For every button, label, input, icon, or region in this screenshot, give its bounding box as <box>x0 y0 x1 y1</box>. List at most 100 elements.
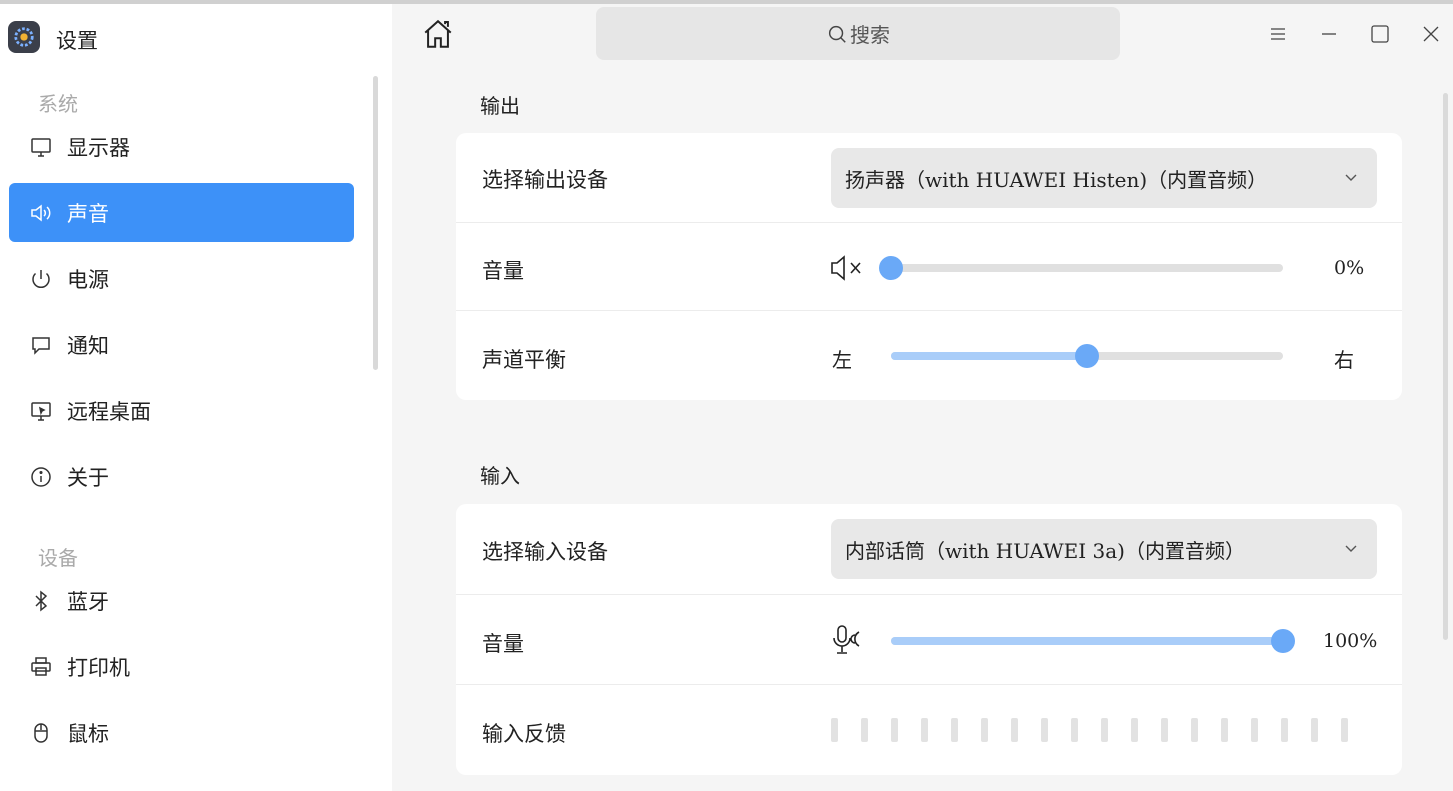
info-icon <box>28 464 54 490</box>
speaker-muted-icon[interactable] <box>830 252 866 284</box>
slider-thumb[interactable] <box>1271 629 1295 653</box>
sidebar-item-label: 蓝牙 <box>67 589 109 614</box>
balance-left-label: 左 <box>832 348 852 372</box>
power-icon <box>28 266 54 292</box>
feedback-bar <box>1341 718 1348 742</box>
sidebar-scrollbar[interactable] <box>373 76 378 370</box>
input-device-select[interactable]: 内部话筒（with HUAWEI 3a)（内置音频） <box>831 519 1377 579</box>
search-input[interactable]: 搜索 <box>596 7 1120 60</box>
feedback-bar <box>1071 718 1078 742</box>
input-feedback-label: 输入反馈 <box>482 722 566 746</box>
chevron-down-icon <box>1345 545 1357 552</box>
sidebar: 设置 系统 显示器 声音 电源 通知 远程桌面 关于 设备 蓝牙 打印机 鼠标 <box>0 4 392 791</box>
feedback-bar <box>1161 718 1168 742</box>
input-volume-label: 音量 <box>482 632 524 656</box>
input-feedback-row: 输入反馈 <box>456 684 1402 776</box>
input-device-row: 选择输入设备 内部话筒（with HUAWEI 3a)（内置音频） <box>456 504 1402 594</box>
feedback-bar <box>1281 718 1288 742</box>
sidebar-item-label: 电源 <box>67 267 109 292</box>
feedback-bar <box>1191 718 1198 742</box>
sidebar-item-label: 鼠标 <box>67 721 109 746</box>
sidebar-item-about[interactable]: 关于 <box>9 447 354 506</box>
home-icon <box>424 19 452 48</box>
group-label-devices: 设备 <box>38 546 78 570</box>
feedback-bar <box>981 718 988 742</box>
output-volume-value: 0% <box>1334 257 1365 279</box>
maximize-button[interactable] <box>1366 20 1394 48</box>
close-icon <box>1423 26 1439 42</box>
app-title: 设置 <box>56 29 98 53</box>
settings-app-icon <box>8 21 40 53</box>
feedback-bar <box>1131 718 1138 742</box>
minimize-button[interactable] <box>1315 20 1343 48</box>
output-card: 选择输出设备 扬声器（with HUAWEI Histen)（内置音频） 音量 … <box>456 133 1402 400</box>
input-volume-row: 音量 100% <box>456 594 1402 685</box>
feedback-bar <box>921 718 928 742</box>
input-volume-value: 100% <box>1323 630 1378 652</box>
output-volume-row: 音量 0% <box>456 222 1402 311</box>
slider-thumb[interactable] <box>1075 344 1099 368</box>
input-feedback-meter <box>831 718 1348 742</box>
input-device-value: 内部话筒（with HUAWEI 3a)（内置音频） <box>845 538 1245 563</box>
printer-icon <box>28 654 54 680</box>
sidebar-item-mouse[interactable]: 鼠标 <box>9 703 354 762</box>
output-balance-row: 声道平衡 左 右 <box>456 310 1402 401</box>
home-button[interactable] <box>420 16 456 52</box>
output-volume-label: 音量 <box>482 259 524 283</box>
sidebar-item-notification[interactable]: 通知 <box>9 315 354 374</box>
output-device-value: 扬声器（with HUAWEI Histen)（内置音频） <box>845 167 1268 192</box>
feedback-bar <box>951 718 958 742</box>
feedback-bar <box>1011 718 1018 742</box>
remote-desktop-icon <box>28 398 54 424</box>
menu-button[interactable] <box>1264 20 1292 48</box>
feedback-bar <box>1251 718 1258 742</box>
main-scrollbar[interactable] <box>1443 93 1448 640</box>
output-device-row: 选择输出设备 扬声器（with HUAWEI Histen)（内置音频） <box>456 133 1402 222</box>
chevron-down-icon <box>1345 174 1357 181</box>
feedback-bar <box>1101 718 1108 742</box>
menu-icon <box>1271 28 1285 40</box>
sidebar-item-sound[interactable]: 声音 <box>9 183 354 242</box>
sidebar-item-label: 声音 <box>67 201 109 226</box>
feedback-bar <box>891 718 898 742</box>
maximize-icon <box>1371 25 1389 43</box>
feedback-bar <box>861 718 868 742</box>
output-device-select[interactable]: 扬声器（with HUAWEI Histen)（内置音频） <box>831 148 1377 208</box>
input-card: 选择输入设备 内部话筒（with HUAWEI 3a)（内置音频） 音量 100… <box>456 504 1402 775</box>
notification-icon <box>28 332 54 358</box>
monitor-icon <box>28 134 54 160</box>
group-label-system: 系统 <box>38 92 78 116</box>
sidebar-item-remote-desktop[interactable]: 远程桌面 <box>9 381 354 440</box>
bluetooth-icon <box>28 588 54 614</box>
feedback-bar <box>831 718 838 742</box>
output-section-title: 输出 <box>480 94 520 118</box>
sidebar-item-bluetooth[interactable]: 蓝牙 <box>9 571 354 630</box>
output-volume-slider[interactable] <box>879 256 1283 280</box>
sidebar-item-printer[interactable]: 打印机 <box>9 637 354 696</box>
mouse-icon <box>28 720 54 746</box>
output-device-label: 选择输出设备 <box>482 168 608 192</box>
search-icon <box>828 25 846 43</box>
sidebar-item-label: 通知 <box>67 333 109 358</box>
speaker-icon <box>28 200 54 226</box>
output-balance-label: 声道平衡 <box>482 348 566 372</box>
feedback-bar <box>1041 718 1048 742</box>
input-device-label: 选择输入设备 <box>482 540 608 564</box>
microphone-icon[interactable] <box>830 624 866 656</box>
slider-thumb[interactable] <box>879 256 903 280</box>
balance-right-label: 右 <box>1334 348 1354 372</box>
sidebar-item-label: 打印机 <box>67 655 130 680</box>
feedback-bar <box>1221 718 1228 742</box>
minimize-icon <box>1322 33 1336 35</box>
sidebar-item-display[interactable]: 显示器 <box>9 117 354 176</box>
feedback-bar <box>1311 718 1318 742</box>
sidebar-item-power[interactable]: 电源 <box>9 249 354 308</box>
sidebar-item-label: 关于 <box>67 465 109 490</box>
output-balance-slider[interactable] <box>891 344 1283 368</box>
input-section-title: 输入 <box>480 464 520 488</box>
slider-fill <box>891 352 1087 360</box>
slider-fill <box>891 637 1283 645</box>
sidebar-item-label: 远程桌面 <box>67 399 151 424</box>
input-volume-slider[interactable] <box>891 629 1295 653</box>
close-button[interactable] <box>1417 20 1445 48</box>
